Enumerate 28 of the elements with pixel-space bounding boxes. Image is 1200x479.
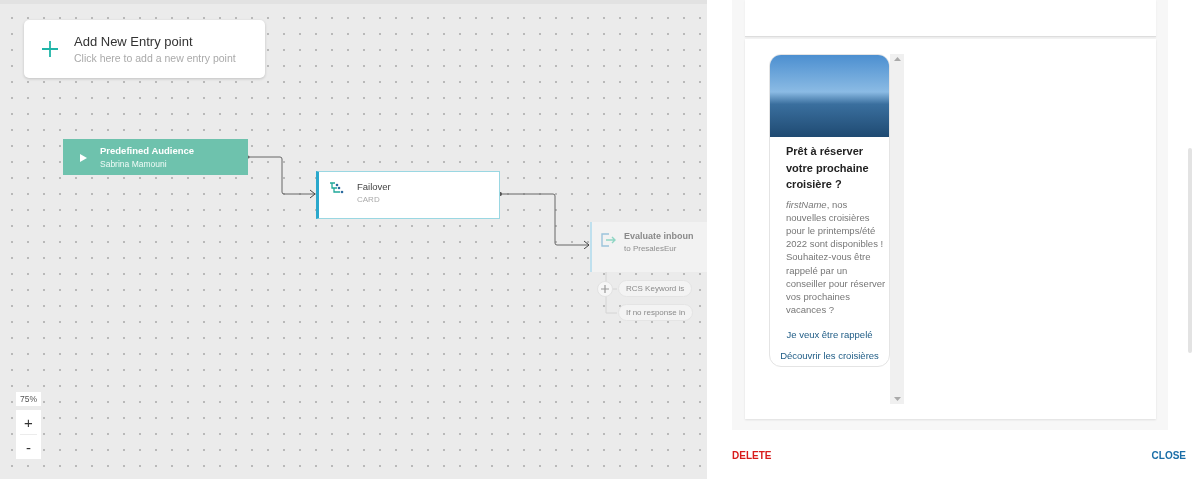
add-entry-card[interactable]: Add New Entry point Click here to add a new entry point bbox=[24, 20, 265, 78]
node-subtitle: Sabrina Mamouni bbox=[100, 159, 168, 169]
suggestion-button[interactable]: Je veux être rappelé bbox=[776, 324, 883, 346]
close-button[interactable]: CLOSE bbox=[1151, 450, 1186, 461]
node-title: Failover bbox=[357, 181, 391, 192]
node-title: Evaluate inboun bbox=[624, 231, 694, 241]
node-title: Predefined Audience bbox=[100, 145, 195, 156]
suggestion-button[interactable]: Découvrir les croisières bbox=[770, 345, 889, 367]
add-entry-subtitle: Click here to add a new entry point bbox=[74, 52, 236, 64]
card-message: firstName, nos nouvelles croisières pour le printemps/été 2022 sont disponibles ! Souhaitez-vous être rappelé par un conseiller pour réserver vos prochaines vacances ? bbox=[785, 197, 887, 317]
exit-icon bbox=[600, 232, 616, 248]
node-subtitle: to PresalesEur bbox=[624, 244, 678, 253]
plus-icon bbox=[601, 285, 609, 293]
plus-icon bbox=[42, 41, 58, 57]
delete-button[interactable]: DELETE bbox=[732, 450, 772, 461]
add-branch-button[interactable] bbox=[597, 281, 613, 297]
failover-node[interactable]: Failover CARD bbox=[316, 171, 500, 219]
add-entry-title: Add New Entry point bbox=[74, 34, 194, 49]
node-subtitle: CARD bbox=[357, 195, 381, 204]
scrollbar[interactable] bbox=[890, 54, 904, 404]
branch-line bbox=[605, 272, 617, 314]
scroll-up-icon[interactable] bbox=[893, 57, 901, 61]
connector-arrow bbox=[246, 154, 316, 199]
zoom-level: 75% bbox=[16, 392, 41, 406]
scroll-down-icon[interactable] bbox=[893, 397, 901, 401]
play-icon bbox=[78, 152, 88, 163]
card-title: Prêt à réserver votre prochaine croisière ? bbox=[785, 144, 870, 192]
branch-icon bbox=[329, 181, 345, 195]
